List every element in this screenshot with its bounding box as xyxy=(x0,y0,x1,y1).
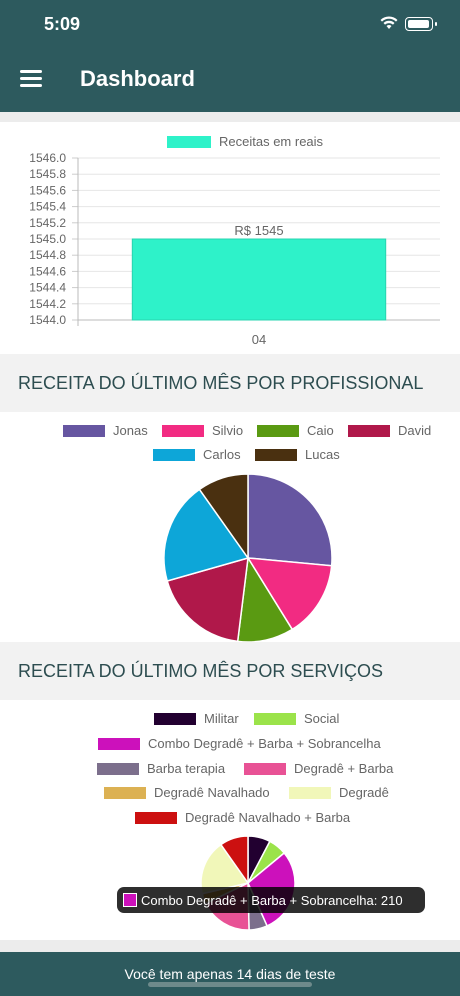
pie-tooltip: Combo Degradê + Barba + Sobrancelha: 210 xyxy=(117,887,425,913)
legend-swatch xyxy=(255,448,297,461)
legend-label: Receitas em reais xyxy=(219,134,324,149)
trial-banner: Você tem apenas 14 dias de teste xyxy=(0,952,460,996)
y-tick-label: 1544.2 xyxy=(29,297,66,311)
x-tick-label: 04 xyxy=(252,332,266,347)
legend-swatch xyxy=(289,786,331,799)
legend-swatch xyxy=(154,712,196,725)
y-tick-label: 1544.4 xyxy=(29,281,66,295)
legend-label: Degradê Navalhado + Barba xyxy=(185,810,351,825)
tooltip-text: Combo Degradê + Barba + Sobrancelha: 210 xyxy=(141,892,403,908)
legend-swatch xyxy=(104,786,146,799)
legend-swatch xyxy=(153,448,195,461)
app-header: 5:09 Dashboard xyxy=(0,0,460,112)
legend-receitas[interactable]: Receitas em reais xyxy=(167,134,323,149)
legend-item[interactable]: Combo Degradê + Barba + Sobrancelha xyxy=(98,736,381,751)
legend-item[interactable]: Jonas xyxy=(63,423,148,438)
tooltip-swatch xyxy=(123,893,137,907)
legend-label: Militar xyxy=(204,711,239,726)
legend-swatch xyxy=(257,424,299,437)
wifi-icon xyxy=(380,16,398,29)
y-tick-label: 1545.6 xyxy=(29,183,66,197)
legend-swatch xyxy=(348,424,390,437)
y-tick-label: 1545.2 xyxy=(29,216,66,230)
legend-label: Caio xyxy=(307,423,334,438)
status-time: 5:09 xyxy=(44,14,81,34)
revenue-bar-chart: 1546.0 1545.8 1545.6 1545.4 1545.2 1545.0 1544… xyxy=(29,151,440,347)
y-tick-label: 1544.6 xyxy=(29,264,66,278)
legend-swatch xyxy=(98,737,140,750)
legend-label: Degradê Navalhado xyxy=(154,785,270,800)
legend-item[interactable]: Degradê Navalhado + Barba xyxy=(135,810,350,825)
bar[interactable] xyxy=(131,238,387,321)
page-title: Dashboard xyxy=(80,66,195,91)
legend-item[interactable]: Lucas xyxy=(255,447,340,462)
legend-label: Combo Degradê + Barba + Sobrancelha xyxy=(148,736,381,751)
y-tick-label: 1545.8 xyxy=(29,167,66,181)
y-tick-label: 1544.0 xyxy=(29,313,66,327)
legend-item[interactable]: Degradê + Barba xyxy=(244,761,393,776)
battery-icon xyxy=(405,17,437,31)
y-tick-label: 1545.0 xyxy=(29,232,66,246)
legend-item[interactable]: Social xyxy=(254,711,339,726)
legend-swatch xyxy=(135,811,177,824)
legend-item[interactable]: Degradê Navalhado xyxy=(104,785,270,800)
home-indicator xyxy=(148,982,312,987)
menu-icon[interactable] xyxy=(20,70,42,88)
y-tick-label: 1544.8 xyxy=(29,248,66,262)
legend-label: Jonas xyxy=(113,423,148,438)
legend-item[interactable]: Carlos xyxy=(153,447,241,462)
app-screen: 5:09 Dashboard Receitas em reais 1546.0 1… xyxy=(0,0,460,996)
legend-item[interactable]: David xyxy=(348,423,431,438)
legend-item[interactable]: Silvio xyxy=(162,423,243,438)
legend-item[interactable]: Caio xyxy=(257,423,334,438)
legend-label: Degradê + Barba xyxy=(294,761,394,776)
legend-label: Barba terapia xyxy=(147,761,226,776)
legend-label: Degradê xyxy=(339,785,389,800)
legend-swatch xyxy=(167,135,211,148)
section-title-professional: RECEITA DO ÚLTIMO MÊS POR PROFISSIONAL xyxy=(0,354,460,412)
y-tick-label: 1545.4 xyxy=(29,200,66,214)
legend-label: Carlos xyxy=(203,447,241,462)
professional-pie-chart[interactable] xyxy=(150,462,350,652)
legend-swatch xyxy=(97,762,139,775)
legend-swatch xyxy=(162,424,204,437)
bar-data-label: R$ 1545 xyxy=(234,223,283,238)
legend-item[interactable]: Militar xyxy=(154,711,239,726)
legend-label: Lucas xyxy=(305,447,340,462)
services-pie-chart[interactable] xyxy=(190,826,310,936)
section-title-services: RECEITA DO ÚLTIMO MÊS POR SERVIÇOS xyxy=(0,642,460,700)
y-tick-label: 1546.0 xyxy=(29,151,66,165)
legend-swatch xyxy=(63,424,105,437)
legend-item[interactable]: Degradê xyxy=(289,785,389,800)
pie-slice[interactable] xyxy=(247,473,333,567)
legend-label: David xyxy=(398,423,432,438)
legend-label: Silvio xyxy=(212,423,244,438)
legend-label: Social xyxy=(304,711,340,726)
legend-swatch xyxy=(254,712,296,725)
legend-item[interactable]: Barba terapia xyxy=(97,761,225,776)
legend-swatch xyxy=(244,762,286,775)
